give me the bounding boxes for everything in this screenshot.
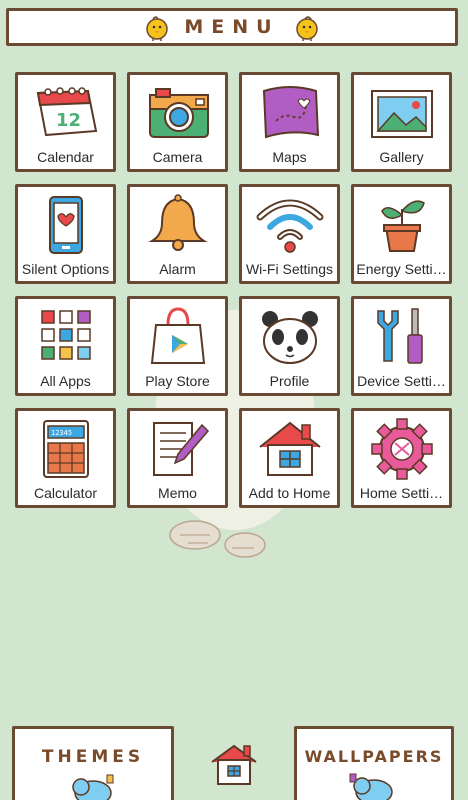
chick-icon: [146, 16, 169, 41]
shopping-bag-icon: [150, 307, 205, 364]
tile-label: Maps: [272, 149, 307, 165]
tile-device-settings[interactable]: Device Setti…: [351, 296, 452, 396]
tile-label: Camera: [152, 149, 203, 165]
panda-icon: [261, 311, 318, 364]
plant-icon: [380, 200, 425, 252]
wifi-icon: [256, 199, 323, 253]
calculator-icon: 12345: [42, 420, 89, 478]
themes-label: THEMES: [41, 747, 145, 767]
apps-grid-icon: [40, 310, 91, 360]
tile-label: Alarm: [159, 261, 196, 277]
tile-label: Home Setti…: [359, 485, 444, 501]
bottom-bar: THEMES WALLPAPERS: [0, 726, 468, 800]
tile-home-settings[interactable]: Home Setti…: [351, 408, 452, 508]
tile-label: Calendar: [37, 149, 94, 165]
tile-silent-options[interactable]: Silent Options: [15, 184, 116, 284]
tile-label: All Apps: [40, 373, 91, 389]
tile-label: Memo: [158, 485, 197, 501]
app-grid: 12 Calendar Camera Maps Gallery Silent O…: [15, 72, 452, 508]
tile-label: Gallery: [379, 149, 424, 165]
tile-energy-settings[interactable]: Energy Setti…: [351, 184, 452, 284]
tile-calendar[interactable]: 12 Calendar: [15, 72, 116, 172]
tile-label: Wi-Fi Settings: [245, 261, 334, 277]
tile-label: Add to Home: [248, 485, 331, 501]
tile-label: Play Store: [145, 373, 210, 389]
tile-label: Device Setti…: [357, 373, 446, 389]
menu-header: MENU: [6, 8, 458, 46]
picture-icon: [370, 90, 433, 138]
tile-gallery[interactable]: Gallery: [351, 72, 452, 172]
svg-text:12345: 12345: [51, 429, 72, 437]
map-icon: [262, 86, 319, 139]
bell-icon: [147, 194, 208, 251]
memo-icon: [152, 422, 209, 476]
elephant-icon: [72, 774, 114, 800]
tile-label: Energy Setti…: [356, 261, 447, 277]
tile-all-apps[interactable]: All Apps: [15, 296, 116, 396]
camera-icon: [148, 88, 209, 138]
gear-icon: [370, 418, 433, 480]
tile-label: Silent Options: [21, 261, 110, 277]
svg-text:12: 12: [56, 110, 81, 131]
elephant-icon: [349, 773, 393, 800]
tile-label: Calculator: [33, 485, 98, 501]
tile-camera[interactable]: Camera: [127, 72, 228, 172]
tile-label: Profile: [269, 373, 310, 389]
wallpapers-label: WALLPAPERS: [304, 747, 444, 766]
tile-memo[interactable]: Memo: [127, 408, 228, 508]
themes-button[interactable]: THEMES: [12, 726, 174, 800]
house-icon: [258, 421, 321, 476]
wallpapers-button[interactable]: WALLPAPERS: [294, 726, 454, 800]
tile-profile[interactable]: Profile: [239, 296, 340, 396]
tile-calculator[interactable]: 12345 Calculator: [15, 408, 116, 508]
tile-add-to-home[interactable]: Add to Home: [239, 408, 340, 508]
phone-heart-icon: [48, 196, 83, 254]
calendar-icon: 12: [36, 87, 97, 137]
tile-wifi-settings[interactable]: Wi-Fi Settings: [239, 184, 340, 284]
home-button[interactable]: [208, 740, 260, 788]
tile-play-store[interactable]: Play Store: [127, 296, 228, 396]
menu-title: MENU: [184, 16, 280, 38]
chick-icon: [295, 16, 318, 41]
tile-alarm[interactable]: Alarm: [127, 184, 228, 284]
tile-maps[interactable]: Maps: [239, 72, 340, 172]
tools-icon: [376, 308, 423, 364]
